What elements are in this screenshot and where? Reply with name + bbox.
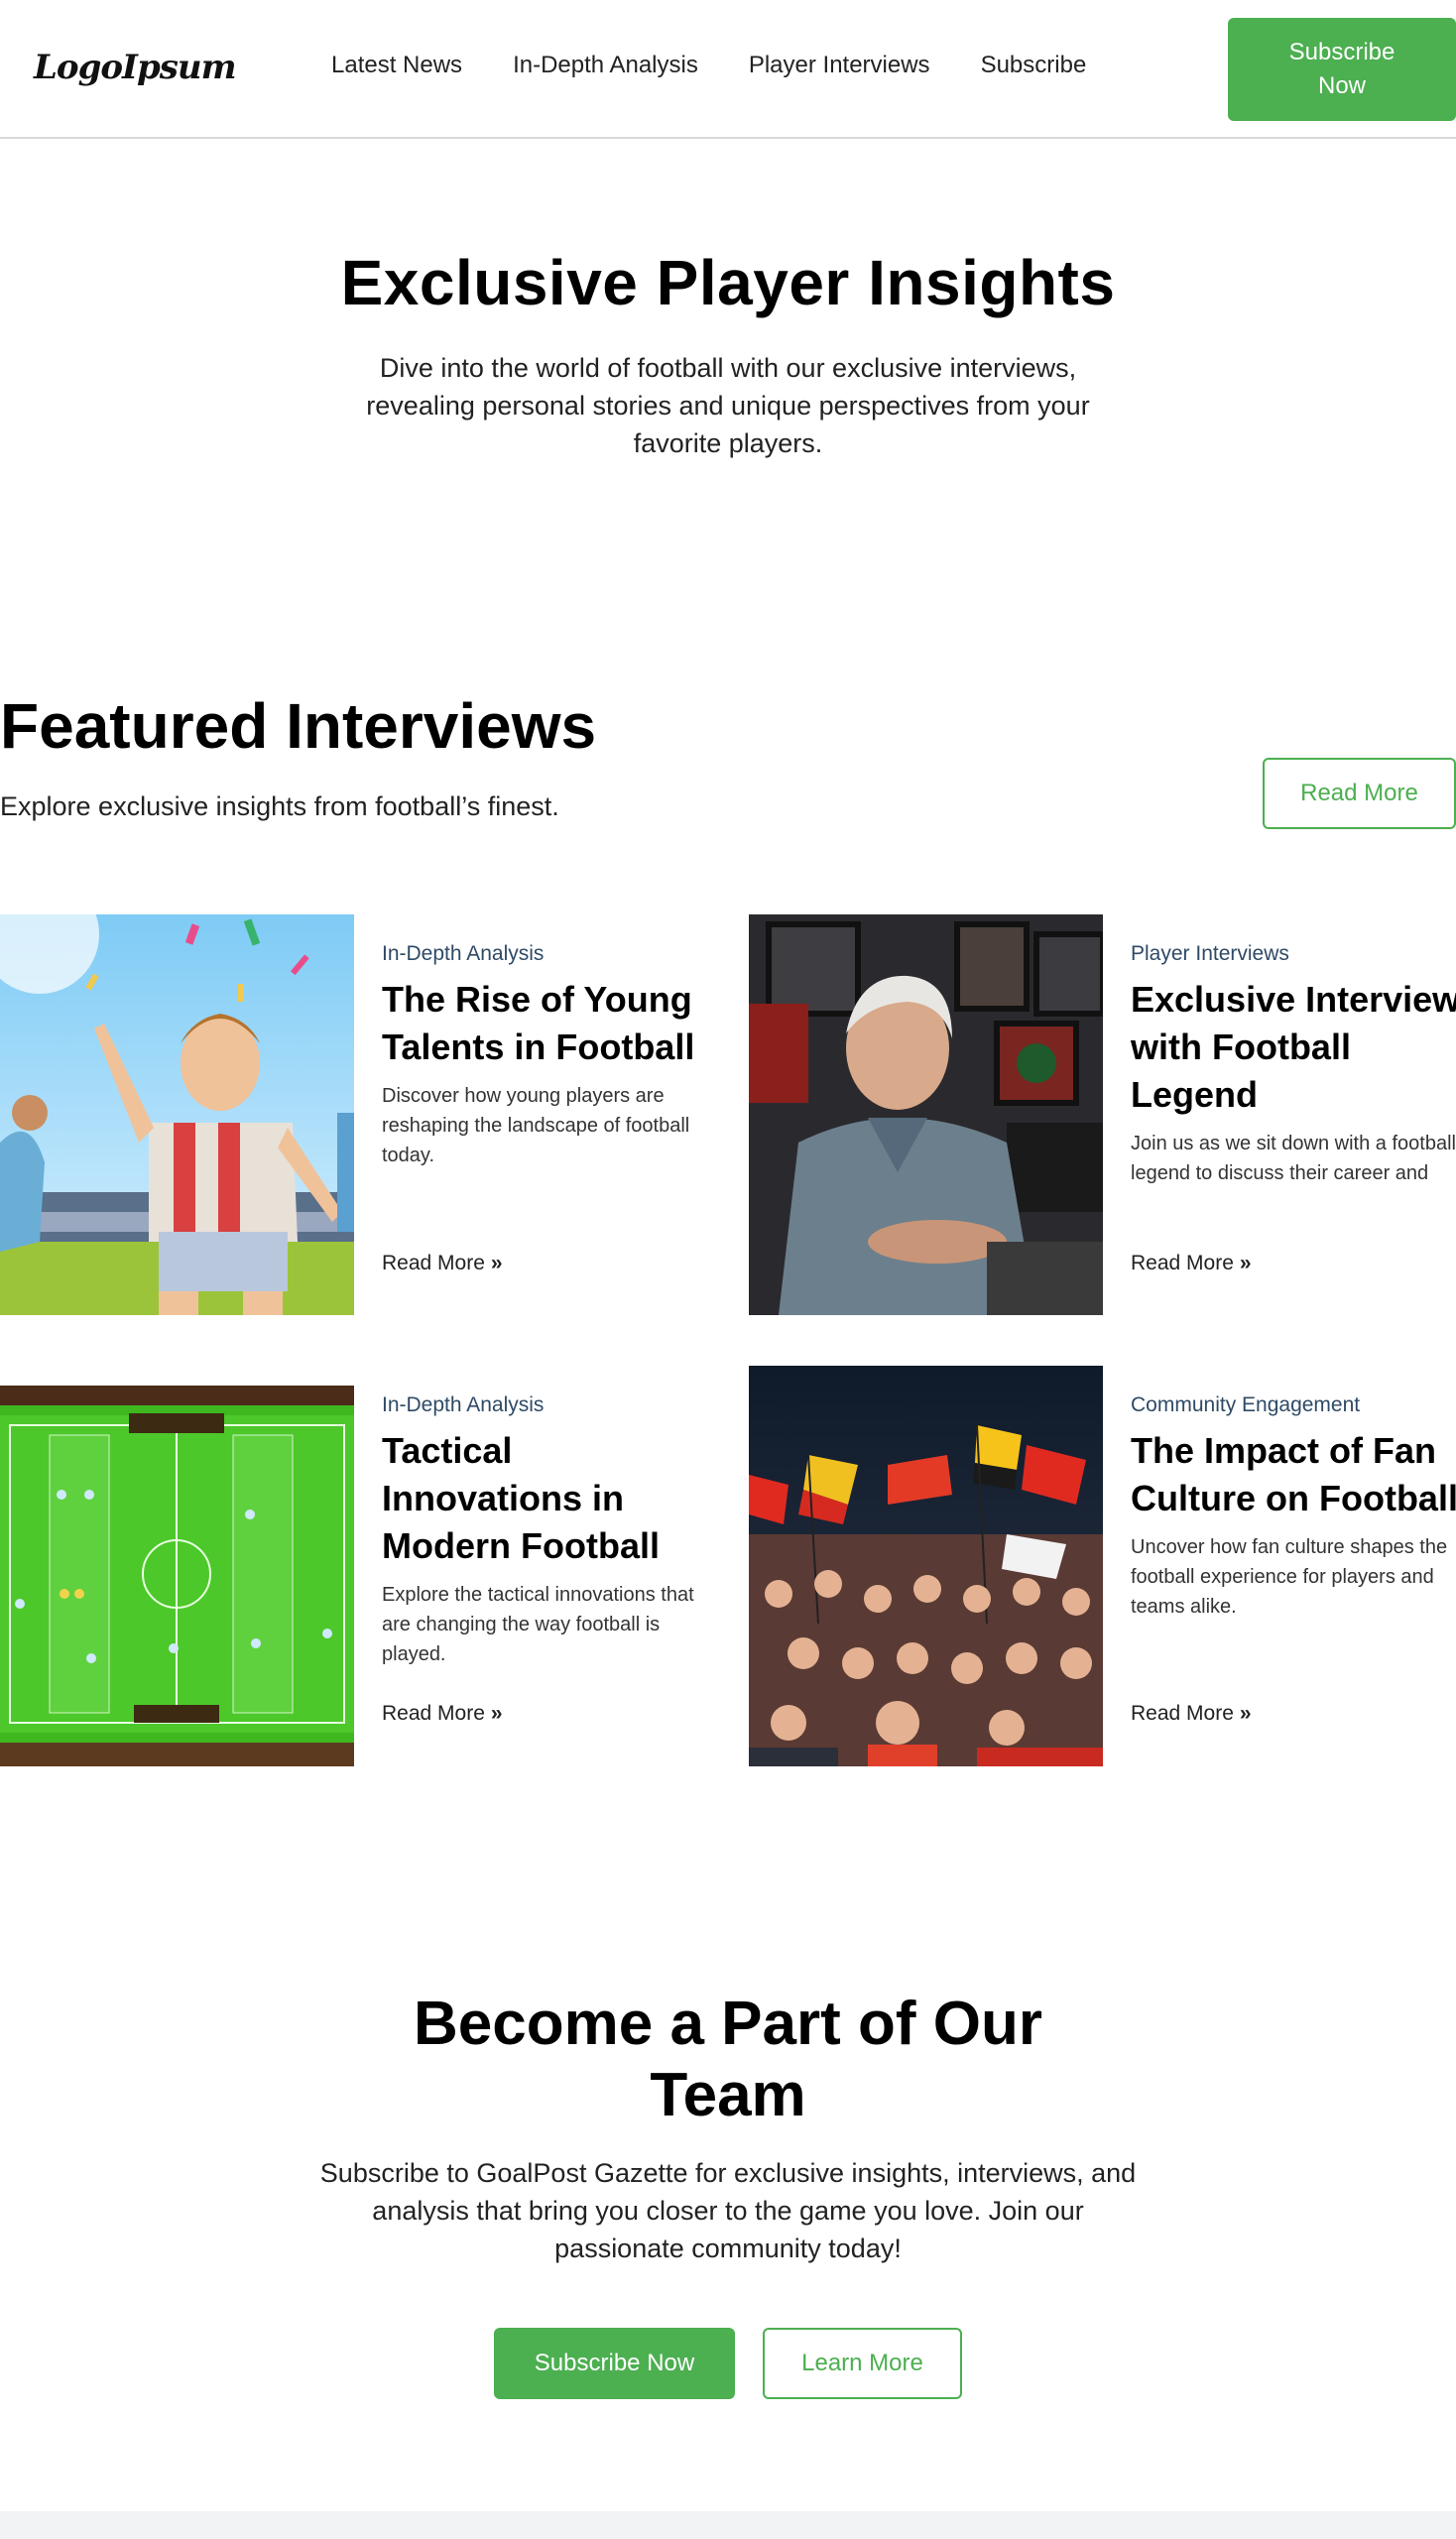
card-young-talents: In-Depth Analysis The Rise of Young Tale…: [382, 942, 719, 1170]
card-read-more-link[interactable]: Read More»: [1131, 1252, 1252, 1275]
double-chevron-right-icon: »: [1239, 1252, 1252, 1274]
nav-player-interviews[interactable]: Player Interviews: [749, 52, 930, 79]
featured-subtitle: Explore exclusive insights from football…: [0, 791, 559, 821]
young-player-image[interactable]: [0, 914, 354, 1315]
hero-subtitle: Dive into the world of football with our…: [366, 353, 1090, 458]
card-read-more-link[interactable]: Read More»: [382, 1702, 503, 1726]
featured-title: Featured Interviews: [0, 690, 597, 762]
nav-in-depth-analysis[interactable]: In-Depth Analysis: [513, 52, 698, 79]
fans-flags-image[interactable]: [749, 1366, 1103, 1766]
nav-subscribe[interactable]: Subscribe: [981, 52, 1087, 79]
read-more-label: Read More: [382, 1252, 485, 1274]
read-more-label: Read More: [382, 1702, 485, 1725]
card-description: Explore the tactical innovations that ar…: [382, 1584, 694, 1665]
card-description: Discover how young players are reshaping…: [382, 1085, 690, 1166]
site-header: LogoIpsum Latest News In-Depth Analysis …: [0, 0, 1456, 139]
cta-title: Become a Part of Our Team: [414, 1990, 1042, 2129]
card-category[interactable]: Community Engagement: [1131, 1393, 1456, 1417]
card-category[interactable]: Player Interviews: [1131, 942, 1456, 966]
cta-subtitle: Subscribe to GoalPost Gazette for exclus…: [319, 2158, 1137, 2263]
card-description: Join us as we sit down with a football l…: [1131, 1133, 1456, 1184]
card-title[interactable]: Exclusive Interview with Football Legend: [1131, 976, 1456, 1119]
cta-subscribe-button[interactable]: Subscribe Now: [494, 2328, 735, 2399]
cta-learn-more-button[interactable]: Learn More: [763, 2328, 962, 2399]
card-title[interactable]: Tactical Innovations in Modern Football: [382, 1427, 719, 1570]
card-category[interactable]: In-Depth Analysis: [382, 942, 719, 966]
double-chevron-right-icon: »: [490, 1702, 503, 1725]
footer: [0, 2511, 1456, 2539]
hero-title: Exclusive Player Insights: [340, 247, 1116, 318]
double-chevron-right-icon: »: [1239, 1702, 1252, 1725]
double-chevron-right-icon: »: [490, 1252, 503, 1274]
tactical-board-image[interactable]: [0, 1386, 354, 1766]
card-category[interactable]: In-Depth Analysis: [382, 1393, 719, 1417]
read-more-label: Read More: [1131, 1702, 1234, 1725]
card-fan-culture: Community Engagement The Impact of Fan C…: [1131, 1393, 1456, 1622]
read-more-label: Read More: [1131, 1252, 1234, 1274]
card-read-more-link[interactable]: Read More»: [382, 1252, 503, 1275]
card-description: Uncover how fan culture shapes the footb…: [1131, 1536, 1448, 1618]
football-legend-image[interactable]: [749, 914, 1103, 1315]
nav-latest-news[interactable]: Latest News: [331, 52, 462, 79]
card-title[interactable]: The Rise of Young Talents in Football: [382, 976, 719, 1071]
card-read-more-link[interactable]: Read More»: [1131, 1702, 1252, 1726]
subscribe-now-button[interactable]: Subscribe Now: [1228, 18, 1456, 121]
card-title[interactable]: The Impact of Fan Culture on Football: [1131, 1427, 1456, 1522]
logo[interactable]: LogoIpsum: [34, 48, 237, 87]
main-nav: Latest News In-Depth Analysis Player Int…: [331, 52, 1137, 79]
card-football-legend: Player Interviews Exclusive Interview wi…: [1131, 942, 1456, 1188]
card-tactical-innovations: In-Depth Analysis Tactical Innovations i…: [382, 1393, 719, 1669]
read-more-button[interactable]: Read More: [1263, 758, 1456, 829]
